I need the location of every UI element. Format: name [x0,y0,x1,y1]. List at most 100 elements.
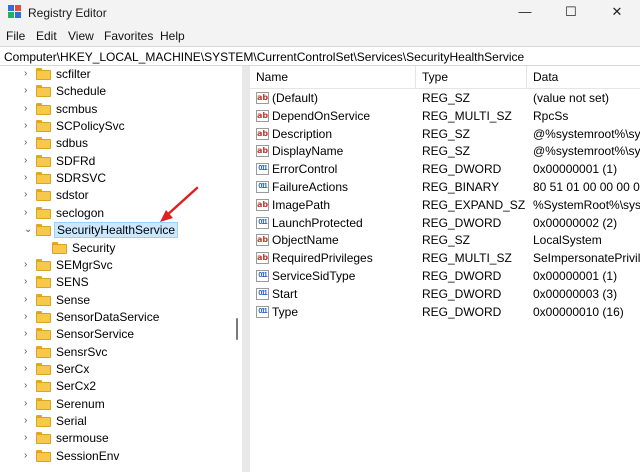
value-row[interactable]: 011 LaunchProtected REG_DWORD 0x00000002 (2… [250,215,640,233]
chevron-right-icon[interactable]: › [24,277,32,287]
tree-item[interactable]: › SDFRd [0,153,234,170]
address-path[interactable]: Computer\HKEY_LOCAL_MACHINE\SYSTEM\Curre… [4,50,524,64]
tree-item-label[interactable]: SensrSvc [54,345,109,359]
tree-item[interactable]: › SENS [0,274,234,291]
tree-item[interactable]: › Serenum [0,396,234,413]
tree-item-label[interactable]: SensorService [54,327,136,341]
tree-item-label[interactable]: sdstor [54,188,91,202]
tree-item[interactable]: › SerCx2 [0,378,234,395]
tree-item-label[interactable]: SDFRd [54,154,97,168]
tree-item[interactable]: › Serial [0,413,234,430]
tree-item[interactable]: › SEMgrSvc [0,257,234,274]
tree-item-label[interactable]: Sense [54,293,92,307]
chevron-right-icon[interactable]: › [24,329,32,339]
value-row[interactable]: ab ImagePath REG_EXPAND_SZ %SystemRoot%\sys… [250,197,640,215]
chevron-right-icon[interactable]: › [24,416,32,426]
menu-help[interactable]: Help [160,29,185,43]
chevron-right-icon[interactable]: › [24,138,32,148]
chevron-right-icon[interactable]: › [24,450,32,461]
tree-item-label[interactable]: scfilter [54,67,93,81]
tree-item-label[interactable]: SecurityHealthService [54,222,179,239]
value-row[interactable]: ab ObjectName REG_SZ LocalSystem [250,232,640,250]
menu-favorites[interactable]: Favorites [104,29,153,43]
chevron-right-icon[interactable]: › [24,155,32,166]
tree-item-label[interactable]: SessionEnv [54,449,121,463]
chevron-right-icon[interactable]: › [24,311,32,322]
tree-item[interactable]: › SensorDataService [0,309,234,326]
chevron-right-icon[interactable]: › [24,173,32,183]
tree-item-label[interactable]: seclogon [54,206,106,220]
tree-item[interactable]: › scfilter [0,66,234,83]
value-row[interactable]: 011 ErrorControl REG_DWORD 0x00000001 (1) [250,161,640,179]
tree-scrollbar[interactable] [234,66,240,472]
chevron-right-icon[interactable]: › [24,121,32,131]
tree-item[interactable]: › sermouse [0,430,234,447]
column-header-type[interactable]: Type [422,70,448,84]
tree-item-label[interactable]: Schedule [54,84,108,98]
tree-item[interactable]: › seclogon [0,205,234,222]
chevron-right-icon[interactable]: › [24,86,32,96]
value-row[interactable]: ab DisplayName REG_SZ @%systemroot%\syst [250,143,640,161]
tree-item-label[interactable]: SEMgrSvc [54,258,115,272]
maximize-button[interactable]: ☐ [548,0,594,26]
value-row[interactable]: 011 Type REG_DWORD 0x00000010 (16) [250,304,640,322]
value-row[interactable]: 011 ServiceSidType REG_DWORD 0x00000001 (1) [250,268,640,286]
value-row[interactable]: 011 Start REG_DWORD 0x00000003 (3) [250,286,640,304]
value-row[interactable]: ab (Default) REG_SZ (value not set) [250,90,640,108]
tree-item[interactable]: ⌄ SecurityHealthService [0,222,234,239]
tree-item[interactable]: › Schedule [0,83,234,100]
tree-item[interactable]: › SDRSVC [0,170,234,187]
tree-scrollbar-thumb[interactable] [236,318,238,340]
menu-file[interactable]: File [6,29,25,43]
chevron-right-icon[interactable]: › [24,398,32,409]
tree-item-label[interactable]: SENS [54,275,91,289]
chevron-right-icon[interactable]: › [24,190,32,200]
chevron-right-icon[interactable]: › [24,346,32,357]
minimize-button[interactable]: — [502,0,548,26]
tree-item[interactable]: › Sense [0,292,234,309]
column-header-data[interactable]: Data [533,70,558,84]
tree-item[interactable]: › sdstor [0,187,234,204]
close-button[interactable]: ✕ [594,0,640,26]
tree-item[interactable]: › SensrSvc [0,344,234,361]
tree-item[interactable]: Security [0,240,234,257]
tree-item[interactable]: › SCPolicySvc [0,118,234,135]
tree-item[interactable]: › scmbus [0,101,234,118]
tree-item-label[interactable]: Serial [54,414,89,428]
tree-item-label[interactable]: SerCx [54,362,91,376]
tree-item-label[interactable]: SCPolicySvc [54,119,127,133]
chevron-right-icon[interactable]: › [24,294,32,305]
tree-item[interactable]: › sdbus [0,135,234,152]
chevron-right-icon[interactable]: › [24,69,32,79]
menu-view[interactable]: View [68,29,94,43]
chevron-right-icon[interactable]: › [24,381,32,391]
chevron-down-icon[interactable]: ⌄ [24,225,32,235]
tree-item[interactable]: › SessionEnv [0,448,234,465]
column-header-name[interactable]: Name [256,70,288,84]
key-tree-pane[interactable]: › scfilter › Schedule › scmbus › SCPolicySvc › sd… [0,66,234,472]
chevron-right-icon[interactable]: › [24,363,32,374]
tree-item-label[interactable]: SensorDataService [54,310,161,324]
tree-item[interactable]: › SerCx [0,361,234,378]
tree-item-label[interactable]: SDRSVC [54,171,108,185]
menu-edit[interactable]: Edit [36,29,57,43]
chevron-right-icon[interactable]: › [24,433,32,443]
chevron-right-icon[interactable]: › [24,207,32,218]
value-row[interactable]: ab Description REG_SZ @%systemroot%\syst [250,126,640,144]
pane-splitter[interactable] [242,66,250,472]
tree-item-label[interactable]: SerCx2 [54,379,98,393]
tree-item-label[interactable]: Serenum [54,397,107,411]
tree-item-label[interactable]: sdbus [54,136,90,150]
chevron-right-icon[interactable]: › [24,259,32,270]
column-divider[interactable] [415,66,416,88]
chevron-right-icon[interactable]: › [24,103,32,114]
values-pane[interactable]: Name Type Data ab (Default) REG_SZ (value n… [250,66,640,472]
value-row[interactable]: ab RequiredPrivileges REG_MULTI_SZ SeImpers… [250,250,640,268]
tree-item-label[interactable]: scmbus [54,102,99,116]
column-divider[interactable] [526,66,527,88]
tree-item-label[interactable]: sermouse [54,431,111,445]
value-row[interactable]: ab DependOnService REG_MULTI_SZ RpcSs [250,108,640,126]
value-row[interactable]: 011 FailureActions REG_BINARY 80 51 01 00 0… [250,179,640,197]
tree-item-label[interactable]: Security [70,241,117,255]
address-bar[interactable]: Computer\HKEY_LOCAL_MACHINE\SYSTEM\Curre… [0,46,640,66]
